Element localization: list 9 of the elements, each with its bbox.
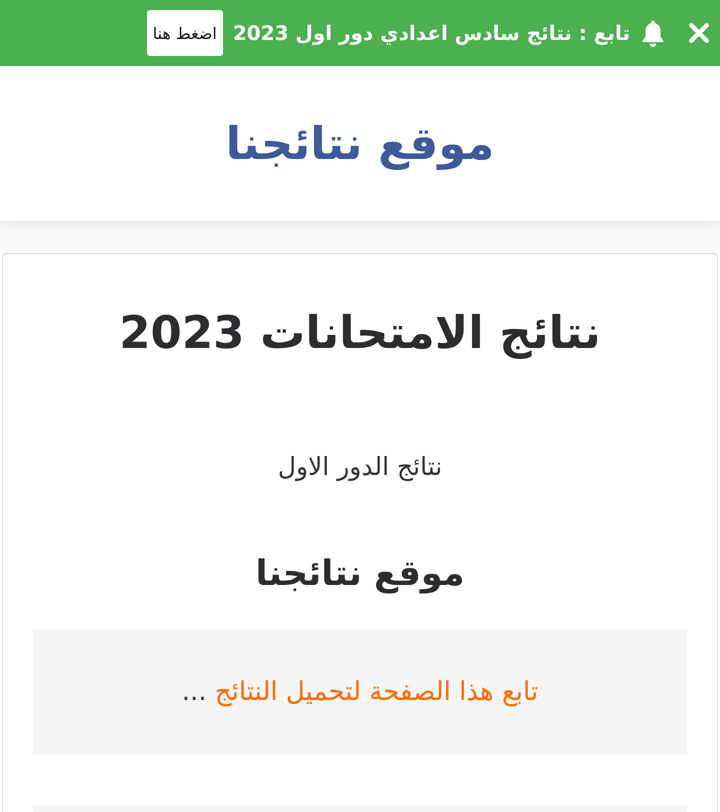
click-here-button[interactable]: اضغط هنا (146, 10, 223, 56)
notice-text: تابع هذا الصفحة لتحميل النتائج ... (182, 677, 538, 707)
subheading: نتائج الدور الاول (278, 452, 442, 481)
bell-icon (640, 19, 666, 47)
page-heading: نتائج الامتحانات 2023 (119, 306, 601, 359)
section-title: موقع نتائجنا (256, 554, 464, 594)
site-title[interactable]: موقع نتائجنا (226, 117, 494, 170)
notification-text: تابع : نتائج سادس اعدادي دور اول 2023 (232, 21, 630, 45)
close-icon[interactable] (688, 22, 710, 44)
